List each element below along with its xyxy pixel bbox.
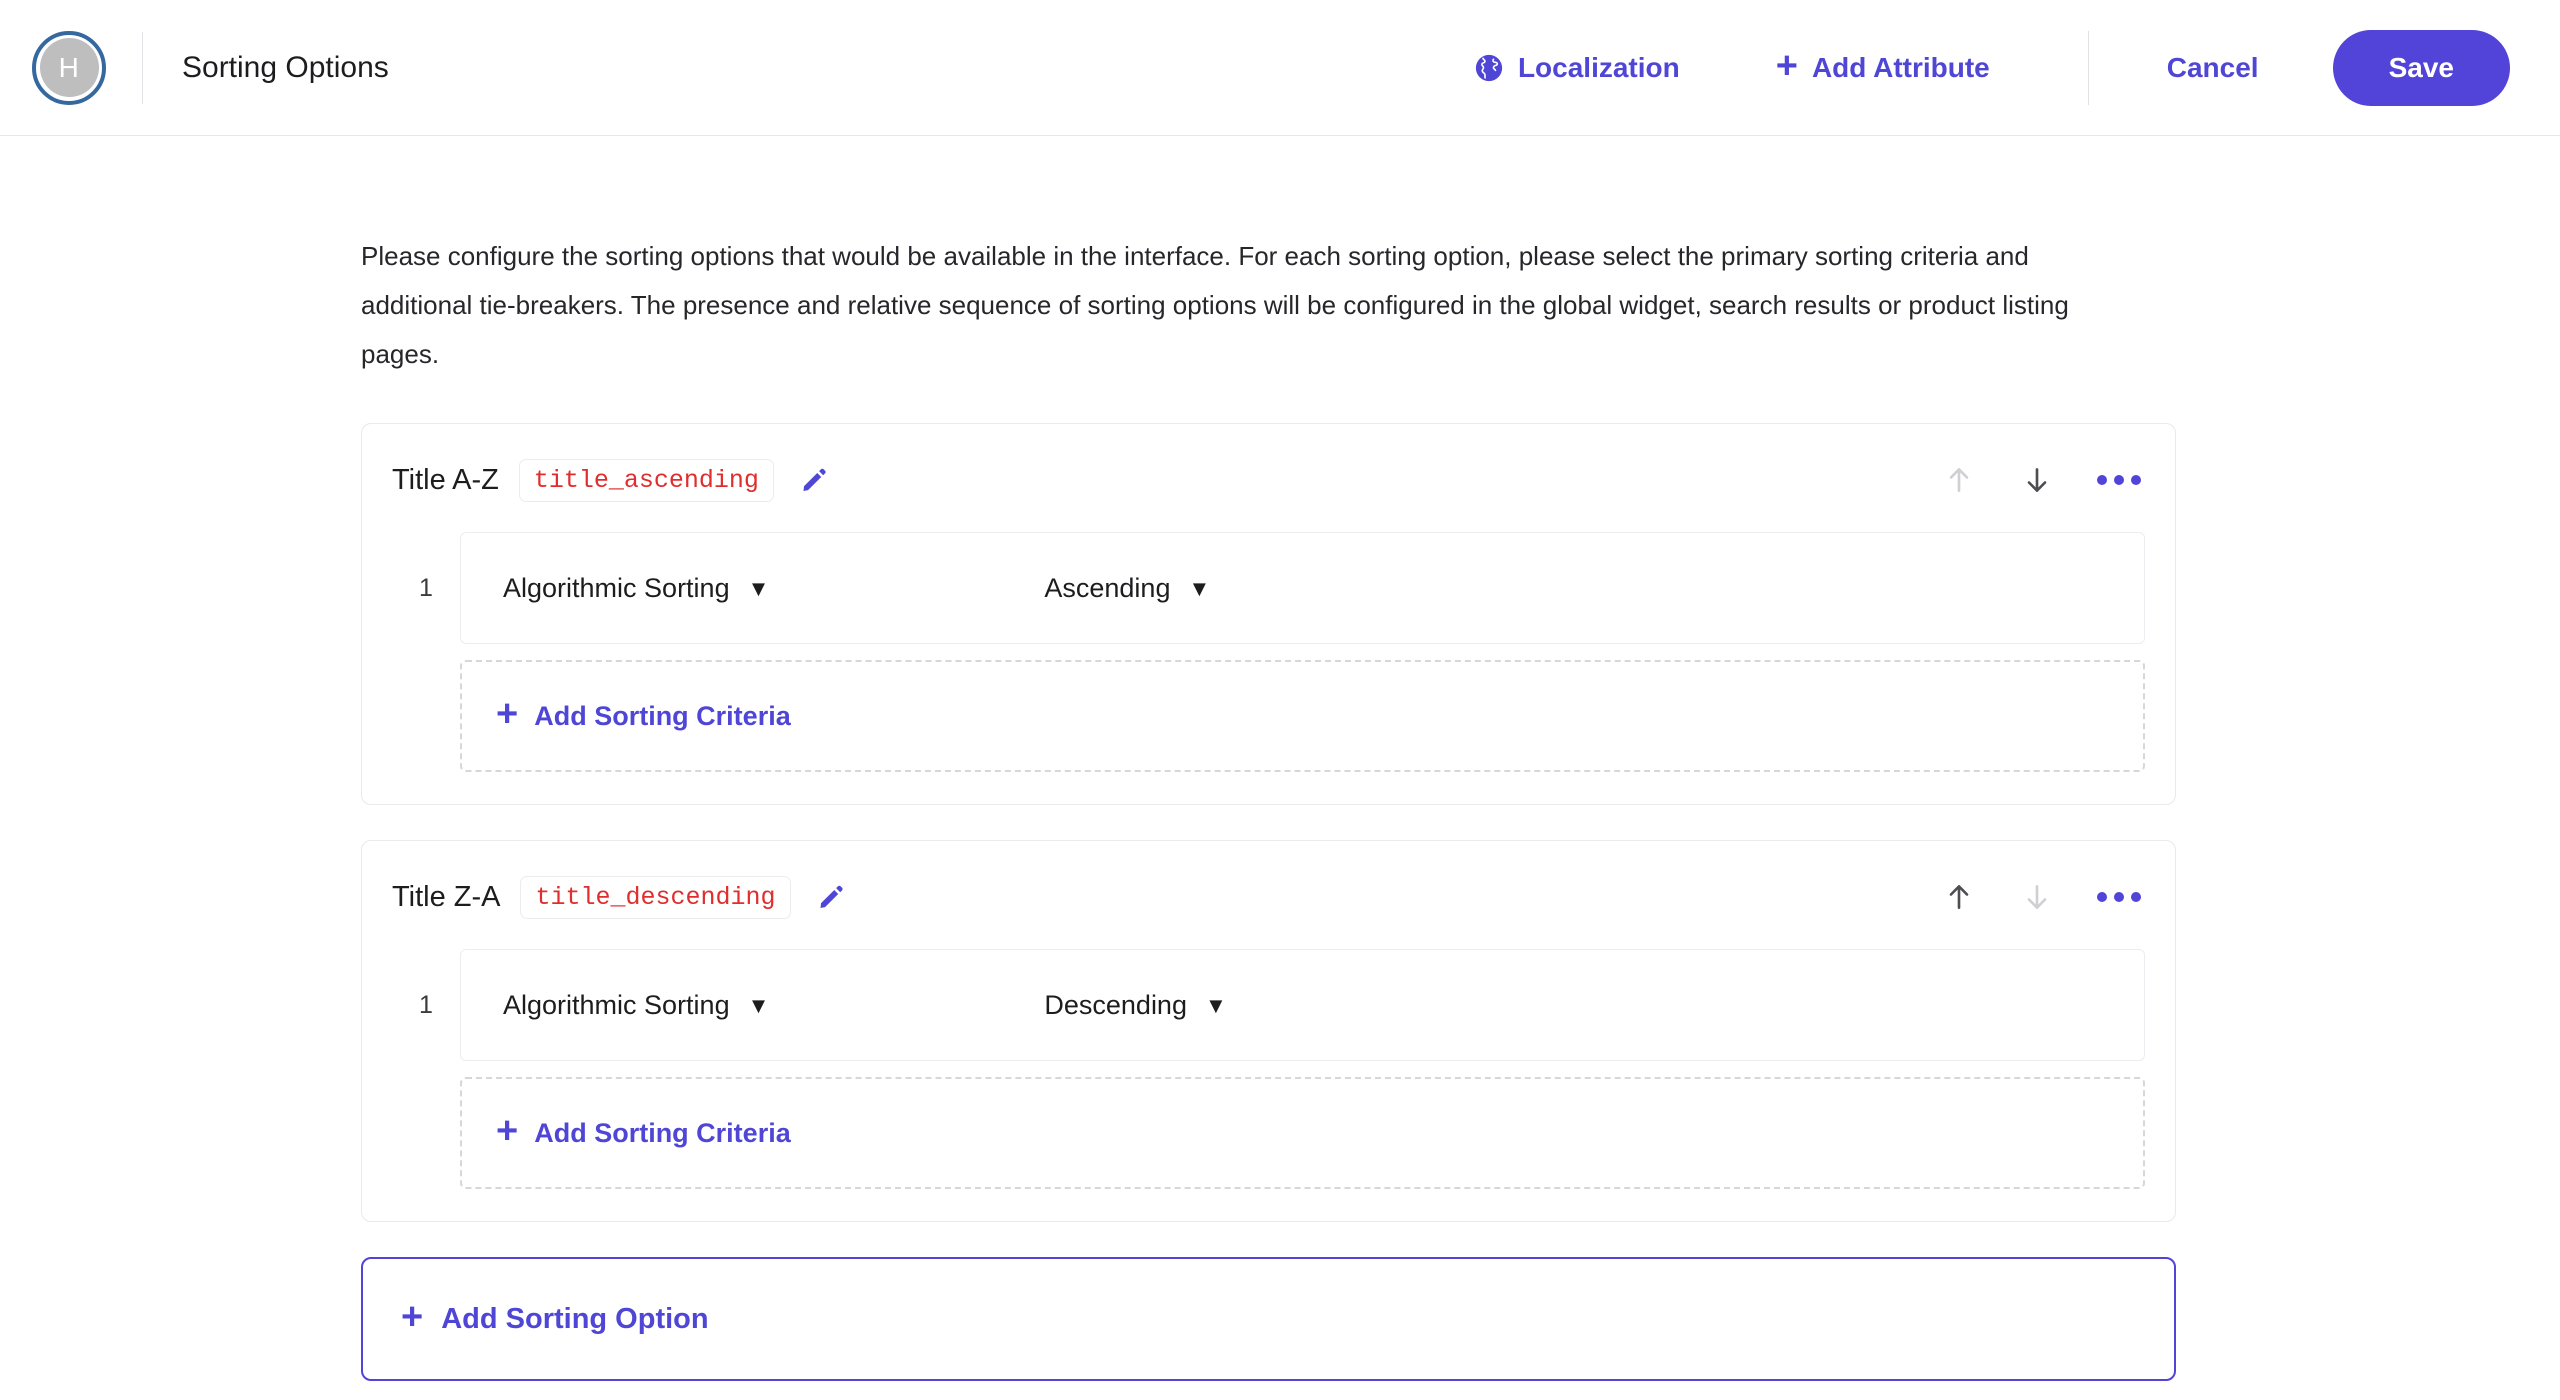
criteria-fields: Algorithmic Sorting ▼ Descending ▼ xyxy=(460,949,2145,1061)
criteria-direction-select[interactable]: Descending ▼ xyxy=(1044,990,1226,1021)
criteria-direction-value: Ascending xyxy=(1044,572,1171,603)
intro-text: Please configure the sorting options tha… xyxy=(361,241,2069,369)
app-header: H Sorting Options Localization + Add Att… xyxy=(0,0,2560,136)
move-down-button[interactable] xyxy=(2013,456,2061,504)
criteria-field-value: Algorithmic Sorting xyxy=(503,572,730,603)
plus-icon: + xyxy=(496,693,519,735)
chevron-down-icon: ▼ xyxy=(1204,993,1227,1018)
localization-label: Localization xyxy=(1517,51,1680,83)
criteria-fields: Algorithmic Sorting ▼ Ascending ▼ xyxy=(460,532,2145,644)
more-options-icon[interactable] xyxy=(2097,475,2141,485)
criteria-field-value: Algorithmic Sorting xyxy=(503,989,730,1020)
sorting-option-name: Title A-Z xyxy=(392,463,499,496)
avatar-initial: H xyxy=(39,38,99,97)
sorting-option-code: title_descending xyxy=(520,875,791,919)
more-options-icon[interactable] xyxy=(2097,892,2141,902)
sorting-option-tools xyxy=(1905,456,2145,504)
plus-icon: + xyxy=(1775,44,1798,87)
add-criteria-row: + Add Sorting Criteria xyxy=(392,660,2145,772)
criteria-index: 1 xyxy=(419,990,433,1019)
sorting-option-header: Title A-Z title_ascending xyxy=(392,454,2145,506)
criteria-index: 1 xyxy=(419,573,433,602)
header-divider-right xyxy=(2087,30,2089,105)
globe-icon xyxy=(1474,53,1504,83)
chevron-down-icon: ▼ xyxy=(747,576,770,601)
sorting-criteria-row: 1 Algorithmic Sorting ▼ Descending ▼ xyxy=(392,949,2145,1061)
add-criteria-row: + Add Sorting Criteria xyxy=(392,1077,2145,1189)
sorting-option-tools xyxy=(1905,873,2145,921)
sorting-option-card: Title A-Z title_ascending 1 Algorithmic … xyxy=(361,423,2176,805)
criteria-direction-value: Descending xyxy=(1044,989,1187,1020)
plus-icon: + xyxy=(401,1296,424,1338)
add-sorting-criteria-label: Add Sorting Criteria xyxy=(534,1117,791,1148)
save-button[interactable]: Save xyxy=(2332,29,2510,106)
add-sorting-option-button[interactable]: + Add Sorting Option xyxy=(361,1257,2176,1381)
add-sorting-option-label: Add Sorting Option xyxy=(441,1302,709,1335)
cancel-button[interactable]: Cancel xyxy=(2161,51,2265,85)
sorting-option-header: Title Z-A title_descending xyxy=(392,871,2145,923)
avatar[interactable]: H xyxy=(32,30,106,105)
move-up-button[interactable] xyxy=(1935,456,1983,504)
chevron-down-icon: ▼ xyxy=(747,993,770,1018)
add-sorting-criteria-label: Add Sorting Criteria xyxy=(534,700,791,731)
main-content: Please configure the sorting options tha… xyxy=(0,136,2560,1381)
criteria-field-select[interactable]: Algorithmic Sorting ▼ xyxy=(503,990,769,1021)
sorting-option-card: Title Z-A title_descending 1 Algorithmic… xyxy=(361,840,2176,1222)
header-divider-left xyxy=(142,31,143,104)
criteria-direction-select[interactable]: Ascending ▼ xyxy=(1044,573,1210,604)
pencil-icon[interactable] xyxy=(800,466,828,494)
move-up-button[interactable] xyxy=(1935,873,1983,921)
sorting-option-name: Title Z-A xyxy=(392,880,501,913)
sorting-option-code: title_ascending xyxy=(518,458,774,502)
pencil-icon[interactable] xyxy=(817,883,845,911)
add-sorting-criteria-button[interactable]: + Add Sorting Criteria xyxy=(460,660,2145,772)
header-actions: Localization + Add Attribute Cancel Save xyxy=(1474,29,2560,106)
plus-icon: + xyxy=(496,1110,519,1152)
localization-button[interactable]: Localization xyxy=(1474,52,1680,84)
add-attribute-button[interactable]: + Add Attribute xyxy=(1775,44,1990,87)
add-sorting-criteria-button[interactable]: + Add Sorting Criteria xyxy=(460,1077,2145,1189)
add-attribute-label: Add Attribute xyxy=(1811,51,1990,83)
move-down-button[interactable] xyxy=(2013,873,2061,921)
page-title: Sorting Options xyxy=(182,50,389,84)
chevron-down-icon: ▼ xyxy=(1188,576,1211,601)
criteria-field-select[interactable]: Algorithmic Sorting ▼ xyxy=(503,573,769,604)
sorting-criteria-row: 1 Algorithmic Sorting ▼ Ascending ▼ xyxy=(392,532,2145,644)
